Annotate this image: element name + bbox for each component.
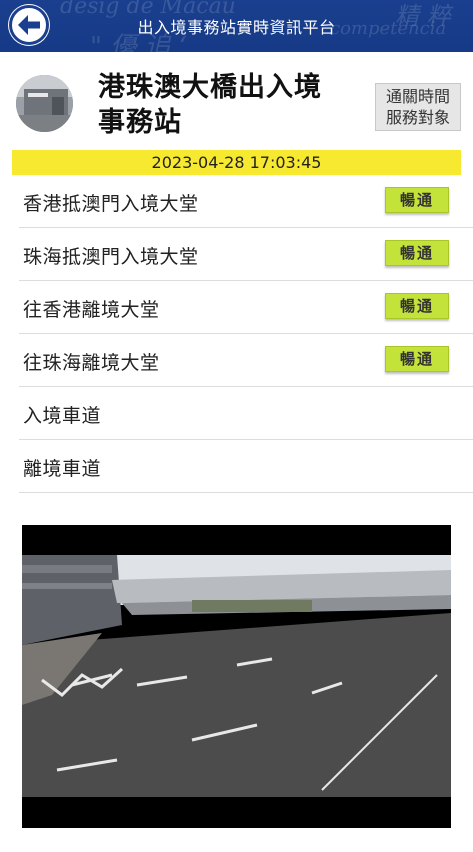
station-photo <box>16 75 73 132</box>
camera-feed <box>22 525 451 828</box>
list-item-label: 珠海抵澳門入境大堂 <box>23 246 199 268</box>
list-item-hk-departure-hall[interactable]: 往香港離境大堂 暢通 <box>19 281 473 334</box>
page-title: 出入境事務站實時資訊平台 <box>137 18 336 37</box>
list-item-hk-arrival-hall[interactable]: 香港抵澳門入境大堂 暢通 <box>19 175 473 228</box>
station-building-image <box>16 75 73 132</box>
list-item-label: 往香港離境大堂 <box>23 299 160 321</box>
list-item-label: 離境車道 <box>23 458 102 480</box>
list-item-label: 往珠海離境大堂 <box>23 352 160 374</box>
list-item-zh-arrival-hall[interactable]: 珠海抵澳門入境大堂 暢通 <box>19 228 473 281</box>
status-badge: 暢通 <box>385 187 449 213</box>
opening-hours-link[interactable]: 通關時間 <box>386 86 450 107</box>
camera-feed-image <box>22 525 451 828</box>
station-name: 港珠澳大橋出入境事務站 <box>98 72 322 138</box>
app-header: desig de Macau " 優 追 ‘ competência 精 粹 出… <box>0 0 473 52</box>
list-item-label: 香港抵澳門入境大堂 <box>23 193 199 215</box>
list-item-departure-vehicle-lane[interactable]: 離境車道 <box>19 440 473 493</box>
update-timestamp: 2023-04-28 17:03:45 <box>12 150 461 175</box>
list-item-arrival-vehicle-lane[interactable]: 入境車道 <box>19 387 473 440</box>
status-badge: 暢通 <box>385 293 449 319</box>
status-badge: 暢通 <box>385 346 449 372</box>
hall-list: 香港抵澳門入境大堂 暢通 珠海抵澳門入境大堂 暢通 往香港離境大堂 暢通 往珠海… <box>0 175 473 493</box>
status-badge: 暢通 <box>385 240 449 266</box>
service-target-link[interactable]: 服務對象 <box>386 107 450 128</box>
list-item-zh-departure-hall[interactable]: 往珠海離境大堂 暢通 <box>19 334 473 387</box>
service-info-box[interactable]: 通關時間 服務對象 <box>375 83 461 131</box>
list-item-label: 入境車道 <box>23 405 102 427</box>
